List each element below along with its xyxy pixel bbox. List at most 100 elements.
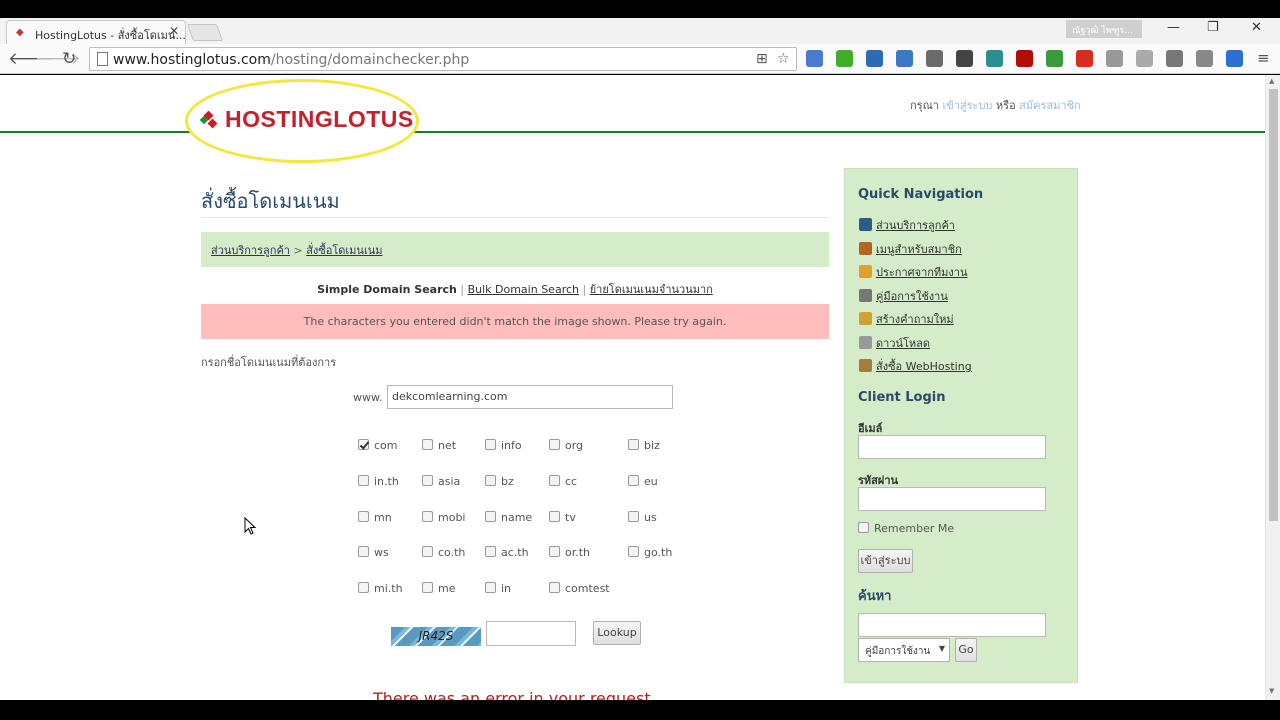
tld-option[interactable]: com xyxy=(358,439,398,452)
red-extension-icon[interactable] xyxy=(1076,50,1093,67)
email-field[interactable] xyxy=(858,435,1046,459)
tld-checkbox[interactable] xyxy=(358,511,369,522)
tld-option[interactable]: info xyxy=(485,439,522,452)
tld-option[interactable]: or.th xyxy=(549,546,590,559)
download-extension-icon[interactable] xyxy=(1196,50,1213,67)
screen-extension-icon[interactable] xyxy=(1226,50,1243,67)
new-tab-button[interactable] xyxy=(186,24,224,41)
address-bar[interactable]: www.hostinglotus.com/hosting/domaincheck… xyxy=(89,47,797,71)
bulk-search-link[interactable]: Bulk Domain Search xyxy=(468,283,579,296)
password-field[interactable] xyxy=(858,487,1046,511)
tld-option[interactable]: in xyxy=(485,582,511,595)
tld-option[interactable]: ws xyxy=(358,546,389,559)
restore-icon[interactable]: ❐ xyxy=(1207,20,1219,35)
tld-checkbox[interactable] xyxy=(549,546,560,557)
tld-checkbox[interactable] xyxy=(422,511,433,522)
lookup-button[interactable]: Lookup xyxy=(593,621,641,645)
quick-nav-item[interactable]: สร้างคำถามใหม่ xyxy=(859,310,954,328)
tld-option[interactable]: co.th xyxy=(422,546,465,559)
tld-option[interactable]: me xyxy=(422,582,455,595)
remember-me[interactable]: Remember Me xyxy=(858,522,954,535)
wave-extension-icon[interactable] xyxy=(986,50,1003,67)
moon-extension-icon[interactable] xyxy=(926,50,943,67)
tld-option[interactable]: us xyxy=(628,511,657,524)
tld-option[interactable]: ac.th xyxy=(485,546,529,559)
tld-checkbox[interactable] xyxy=(358,475,369,486)
breadcrumb-home-link[interactable]: ส่วนบริการลูกค้า xyxy=(211,244,290,257)
scroll-thumb[interactable] xyxy=(1269,89,1278,521)
wordpress-extension-icon[interactable] xyxy=(1166,50,1183,67)
scroll-up-icon[interactable]: ▲ xyxy=(1269,77,1274,85)
remember-me-checkbox[interactable] xyxy=(858,522,869,533)
tld-checkbox[interactable] xyxy=(358,546,369,557)
tld-checkbox[interactable] xyxy=(628,475,639,486)
plugin-green-icon[interactable] xyxy=(836,50,853,67)
tld-checkbox[interactable] xyxy=(422,475,433,486)
tld-option[interactable]: bz xyxy=(485,475,514,488)
tld-checkbox[interactable] xyxy=(549,475,560,486)
tools-extension-icon[interactable] xyxy=(1106,50,1123,67)
bookmark-star-icon[interactable]: ☆ xyxy=(777,51,790,67)
quick-nav-item[interactable]: เมนูสำหรับสมาชิก xyxy=(859,240,962,258)
angular-extension-icon[interactable] xyxy=(1136,50,1153,67)
tld-checkbox[interactable] xyxy=(549,582,560,593)
login-link[interactable]: เข้าสู่ระบบ xyxy=(942,99,992,112)
close-window-icon[interactable]: ✕ xyxy=(1251,20,1262,35)
shield-extension-icon[interactable] xyxy=(896,50,913,67)
tld-option[interactable]: tv xyxy=(549,511,576,524)
go-button[interactable]: Go xyxy=(955,638,977,662)
tld-checkbox[interactable] xyxy=(485,511,496,522)
tld-option[interactable]: go.th xyxy=(628,546,672,559)
tld-option[interactable]: net xyxy=(422,439,456,452)
quick-nav-item[interactable]: สั่งซื้อ WebHosting xyxy=(859,357,972,375)
arrow-extension-icon[interactable] xyxy=(866,50,883,67)
domain-input[interactable]: dekcomlearning.com xyxy=(387,385,673,409)
scroll-down-icon[interactable]: ▼ xyxy=(1269,687,1274,695)
pdf-extension-icon[interactable] xyxy=(1016,50,1033,67)
minimize-icon[interactable]: — xyxy=(1167,20,1180,35)
reload-icon[interactable]: ↻ xyxy=(62,49,76,69)
captcha-input[interactable] xyxy=(486,621,576,646)
chrome-menu-icon[interactable]: ≡ xyxy=(1257,49,1270,67)
tld-option[interactable]: asia xyxy=(422,475,460,488)
tld-option[interactable]: org xyxy=(549,439,583,452)
page-scrollbar[interactable]: ▲ ▼ xyxy=(1265,75,1280,700)
cors-extension-icon[interactable] xyxy=(1046,50,1063,67)
search-scope-select[interactable]: คู่มือการใช้งาน ▼ xyxy=(858,638,950,662)
bulk-transfer-link[interactable]: ย้ายโดเมนเนมจำนวนมาก xyxy=(590,283,713,296)
breadcrumb-current-link[interactable]: สั่งซื้อโดเมนเนม xyxy=(306,244,382,257)
quick-nav-item[interactable]: ประกาศจากทีมงาน xyxy=(859,263,967,281)
tld-option[interactable]: biz xyxy=(628,439,660,452)
translate-page-icon[interactable]: ⊞ xyxy=(756,51,768,67)
quick-nav-item[interactable]: ส่วนบริการลูกค้า xyxy=(859,216,955,234)
profile-badge[interactable]: ณัฐวุฒิ ไพฑูร... xyxy=(1066,20,1142,38)
tld-option[interactable]: eu xyxy=(628,475,658,488)
tld-checkbox[interactable] xyxy=(485,546,496,557)
login-button[interactable]: เข้าสู่ระบบ xyxy=(858,549,913,573)
tld-option[interactable]: mi.th xyxy=(358,582,403,595)
tld-checkbox[interactable] xyxy=(485,475,496,486)
quick-nav-item[interactable]: คู่มือการใช้งาน xyxy=(859,287,948,305)
qr-extension-icon[interactable] xyxy=(956,50,973,67)
translate-icon[interactable] xyxy=(806,50,823,67)
tld-option[interactable]: mobi xyxy=(422,511,465,524)
quick-nav-item[interactable]: ดาวน์โหลด xyxy=(859,334,930,352)
tld-checkbox[interactable] xyxy=(358,439,369,450)
tld-checkbox[interactable] xyxy=(485,582,496,593)
browser-tab[interactable]: ◆ HostingLotus - สั่งซื้อโดเมน... ✕ xyxy=(6,20,186,44)
simple-search-tab[interactable]: Simple Domain Search xyxy=(317,283,457,296)
tld-checkbox[interactable] xyxy=(358,582,369,593)
tld-checkbox[interactable] xyxy=(422,582,433,593)
tld-checkbox[interactable] xyxy=(485,439,496,450)
tld-checkbox[interactable] xyxy=(422,439,433,450)
tld-checkbox[interactable] xyxy=(549,511,560,522)
search-input[interactable] xyxy=(858,613,1046,637)
tld-option[interactable]: mn xyxy=(358,511,392,524)
tld-option[interactable]: comtest xyxy=(549,582,610,595)
tld-checkbox[interactable] xyxy=(549,439,560,450)
tld-checkbox[interactable] xyxy=(628,511,639,522)
tab-close-icon[interactable]: ✕ xyxy=(169,24,179,38)
register-link[interactable]: สมัครสมาชิก xyxy=(1019,99,1081,112)
tld-option[interactable]: cc xyxy=(549,475,577,488)
tld-option[interactable]: in.th xyxy=(358,475,399,488)
